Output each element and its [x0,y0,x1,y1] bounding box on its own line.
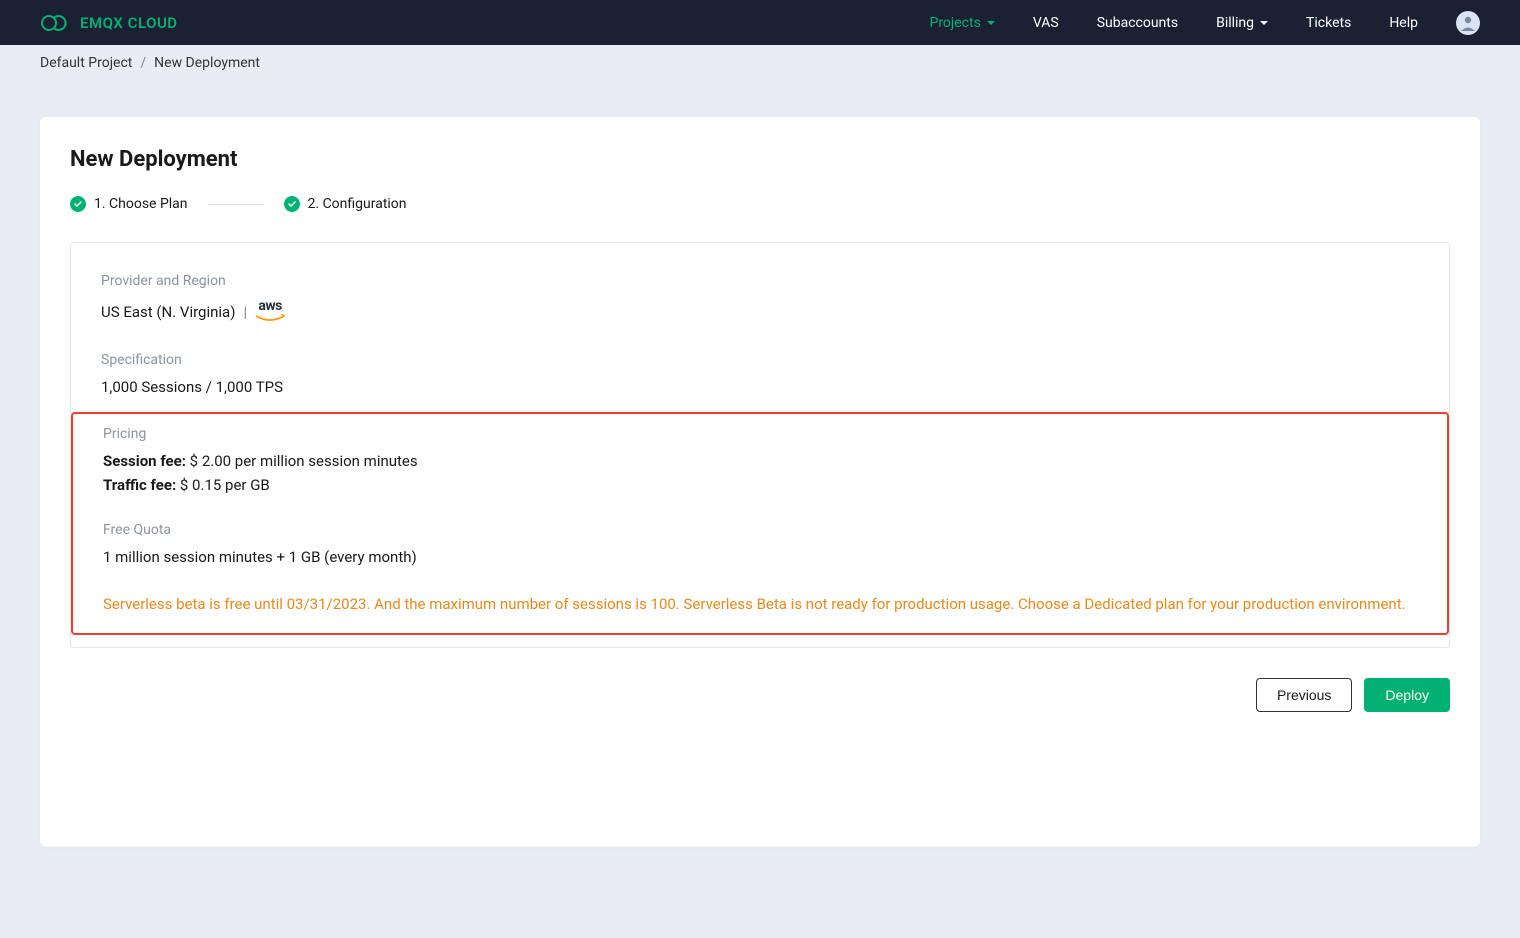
step-divider [208,204,264,205]
step-2-label: 2. Configuration [308,196,407,212]
breadcrumb-separator: / [140,55,146,71]
check-icon [284,196,300,212]
value-separator: | [243,303,247,321]
provider-region-section: Provider and Region US East (N. Virginia… [101,273,1419,324]
chevron-down-icon [987,21,995,25]
beta-warning: Serverless beta is free until 03/31/2023… [103,594,1417,615]
brand-logo[interactable]: EMQX CLOUD [40,14,178,32]
page-title: New Deployment [70,147,1450,172]
nav-items: Projects VAS Subaccounts Billing Tickets… [929,11,1480,35]
pricing-section: Pricing Session fee: $ 2.00 per million … [103,426,1417,494]
brand-text: EMQX CLOUD [80,14,178,32]
breadcrumb-current: New Deployment [154,55,260,71]
deploy-button[interactable]: Deploy [1364,678,1450,712]
main-card: New Deployment 1. Choose Plan 2. Configu… [40,117,1480,847]
region-text: US East (N. Virginia) [101,303,235,321]
aws-icon: aws [255,299,285,324]
check-icon [70,196,86,212]
session-fee-value: $ 2.00 per million session minutes [186,452,418,470]
traffic-fee-value: $ 0.15 per GB [176,476,270,494]
avatar[interactable] [1456,11,1480,35]
nav-projects[interactable]: Projects [929,15,994,31]
step-1[interactable]: 1. Choose Plan [70,196,188,212]
action-buttons: Previous Deploy [70,678,1450,712]
traffic-fee-label: Traffic fee: [103,476,176,494]
aws-text: aws [258,299,281,313]
session-fee-label: Session fee: [103,452,186,470]
nav-billing[interactable]: Billing [1216,15,1268,31]
top-navbar: EMQX CLOUD Projects VAS Subaccounts Bill… [0,0,1520,45]
traffic-fee-line: Traffic fee: $ 0.15 per GB [103,476,1417,494]
nav-subaccounts[interactable]: Subaccounts [1097,15,1178,31]
nav-vas[interactable]: VAS [1033,15,1059,31]
specification-value: 1,000 Sessions / 1,000 TPS [101,378,1419,396]
nav-projects-label: Projects [929,15,980,31]
nav-billing-label: Billing [1216,15,1254,31]
step-2[interactable]: 2. Configuration [284,196,407,212]
provider-region-value: US East (N. Virginia) | aws [101,299,1419,324]
free-quota-label: Free Quota [103,522,1417,538]
step-indicator: 1. Choose Plan 2. Configuration [70,196,1450,212]
breadcrumb-root[interactable]: Default Project [40,55,132,71]
session-fee-line: Session fee: $ 2.00 per million session … [103,452,1417,470]
nav-tickets[interactable]: Tickets [1306,15,1351,31]
configuration-summary: Provider and Region US East (N. Virginia… [70,242,1450,648]
nav-help[interactable]: Help [1389,15,1418,31]
free-quota-section: Free Quota 1 million session minutes + 1… [103,522,1417,566]
specification-section: Specification 1,000 Sessions / 1,000 TPS [101,352,1419,396]
free-quota-value: 1 million session minutes + 1 GB (every … [103,548,1417,566]
chevron-down-icon [1260,21,1268,25]
previous-button[interactable]: Previous [1256,678,1352,712]
provider-region-label: Provider and Region [101,273,1419,289]
emqx-logo-icon [40,14,70,32]
breadcrumb: Default Project / New Deployment [0,45,1520,81]
step-1-label: 1. Choose Plan [94,196,188,212]
pricing-highlight: Pricing Session fee: $ 2.00 per million … [71,412,1449,635]
pricing-label: Pricing [103,426,1417,442]
specification-label: Specification [101,352,1419,368]
